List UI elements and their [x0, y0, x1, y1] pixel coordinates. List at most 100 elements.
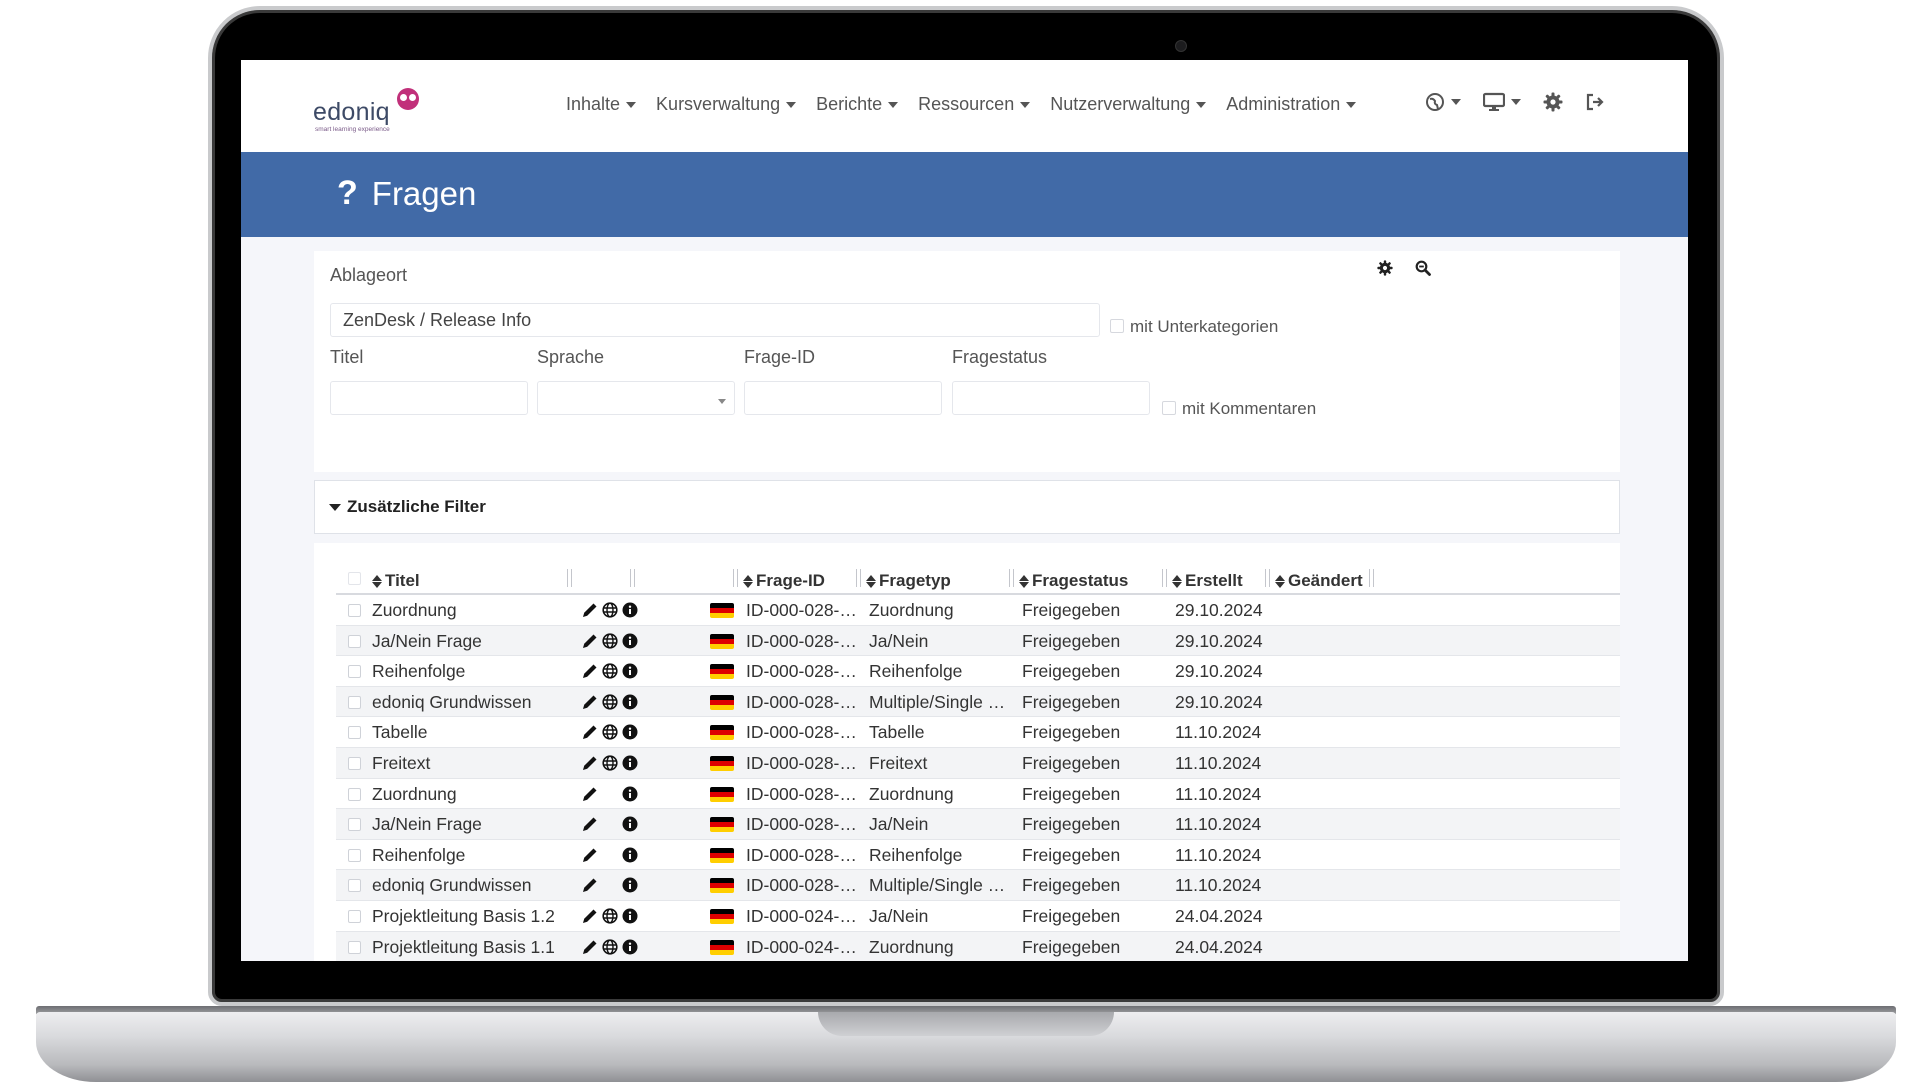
- info-button[interactable]: [620, 632, 640, 650]
- table-row[interactable]: Ja/Nein Frage ID-000-028-144 Ja/Nein Freige…: [336, 809, 1620, 840]
- column-fragestatus[interactable]: Fragestatus: [1019, 571, 1128, 591]
- column-resizer[interactable]: [1162, 569, 1167, 587]
- menu-inhalte[interactable]: Inhalte: [566, 94, 637, 115]
- mit-kommentaren-checkbox[interactable]: [1162, 401, 1176, 415]
- row-checkbox[interactable]: [348, 726, 361, 740]
- logout-button[interactable]: [1585, 92, 1605, 112]
- translation-button[interactable]: [600, 754, 620, 772]
- edit-button[interactable]: [580, 754, 600, 772]
- table-row[interactable]: edoniq Grundwissen ID-000-028-156 Multiple…: [336, 686, 1620, 718]
- row-checkbox[interactable]: [348, 634, 361, 648]
- row-checkbox[interactable]: [348, 695, 361, 709]
- table-row[interactable]: Ja/Nein Frage ID-000-028-158 Ja/Nein Freige…: [336, 625, 1620, 657]
- translation-button[interactable]: [600, 662, 620, 680]
- row-checkbox[interactable]: [348, 665, 361, 679]
- edit-button[interactable]: [580, 938, 600, 956]
- cell-erstellt: 11.10.2024: [1175, 844, 1262, 865]
- menu-nutzerverwaltung[interactable]: Nutzerverwaltung: [1050, 94, 1207, 115]
- row-checkbox[interactable]: [348, 909, 361, 923]
- column-resizer[interactable]: [733, 569, 738, 587]
- table-row[interactable]: Reihenfolge ID-000-028-143 Reihenfolge Frei…: [336, 840, 1620, 871]
- filter-settings-button[interactable]: [1374, 257, 1396, 279]
- cell-titel: Zuordnung: [372, 600, 457, 620]
- translation-button[interactable]: [600, 938, 620, 956]
- settings-button[interactable]: [1543, 92, 1563, 112]
- info-button[interactable]: [620, 907, 640, 925]
- edit-button[interactable]: [580, 601, 600, 619]
- row-checkbox[interactable]: [348, 756, 361, 770]
- menu-kursverwaltung[interactable]: Kursverwaltung: [656, 94, 797, 115]
- table-row[interactable]: Zuordnung ID-000-028-145 Zuordnung Freigege…: [336, 779, 1620, 810]
- column-resizer[interactable]: [856, 569, 861, 587]
- info-button[interactable]: [620, 938, 640, 956]
- row-checkbox[interactable]: [348, 848, 361, 862]
- edit-button[interactable]: [580, 632, 600, 650]
- info-button[interactable]: [620, 876, 640, 894]
- cell-titel: Projektleitung Basis 1.2: [372, 905, 555, 926]
- select-all-checkbox[interactable]: [348, 572, 361, 585]
- info-icon: [622, 786, 638, 802]
- info-button[interactable]: [620, 662, 640, 680]
- titel-input[interactable]: [330, 381, 528, 415]
- info-button[interactable]: [620, 601, 640, 619]
- edit-button[interactable]: [580, 693, 600, 711]
- edit-button[interactable]: [580, 876, 600, 894]
- table-row[interactable]: Reihenfolge ID-000-028-157 Reihenfolge Frei…: [336, 656, 1620, 687]
- column-resizer[interactable]: [1369, 569, 1374, 587]
- column-fragetyp[interactable]: Fragetyp: [866, 571, 951, 591]
- column-resizer[interactable]: [1265, 569, 1270, 587]
- column-resizer[interactable]: [630, 569, 635, 587]
- info-button[interactable]: [620, 693, 640, 711]
- table-row[interactable]: Projektleitung Basis 1.2 ID-000-024-397 Ja…: [336, 901, 1620, 932]
- cell-fragetyp: Ja/Nein: [869, 630, 929, 651]
- column-erstellt[interactable]: Erstellt: [1172, 571, 1243, 591]
- edit-button[interactable]: [580, 815, 600, 833]
- info-button[interactable]: [620, 846, 640, 864]
- info-button[interactable]: [620, 754, 640, 772]
- info-button[interactable]: [620, 723, 640, 741]
- translation-button[interactable]: [600, 907, 620, 925]
- menu-ressourcen[interactable]: Ressourcen: [918, 94, 1031, 115]
- column-geaendert[interactable]: Geändert: [1275, 571, 1363, 591]
- translation-button[interactable]: [600, 601, 620, 619]
- edit-button[interactable]: [580, 723, 600, 741]
- german-flag-icon: [710, 908, 734, 924]
- menu-administration[interactable]: Administration: [1226, 94, 1357, 115]
- translation-button[interactable]: [600, 723, 620, 741]
- edit-button[interactable]: [580, 846, 600, 864]
- ablageort-field[interactable]: ZenDesk / Release Info: [330, 303, 1100, 337]
- info-button[interactable]: [620, 785, 640, 803]
- edit-button[interactable]: [580, 907, 600, 925]
- row-checkbox[interactable]: [348, 879, 361, 893]
- table-row[interactable]: Zuordnung ID-000-028-159 Zuordnung Freigege…: [336, 595, 1620, 626]
- row-checkbox[interactable]: [348, 604, 361, 617]
- globe-icon: [602, 694, 618, 710]
- column-resizer[interactable]: [1009, 569, 1014, 587]
- search-button[interactable]: [1412, 257, 1434, 279]
- zusaetzliche-filter-toggle[interactable]: Zusätzliche Filter: [314, 480, 1620, 534]
- table-row[interactable]: edoniq Grundwissen ID-000-028-142 Multiple…: [336, 870, 1620, 901]
- info-button[interactable]: [620, 815, 640, 833]
- sprache-select[interactable]: [537, 381, 735, 415]
- column-titel[interactable]: Titel: [372, 571, 420, 591]
- cell-fragestatus: Freigegeben: [1022, 844, 1121, 865]
- table-row[interactable]: Projektleitung Basis 1.1 ID-000-024-396 Zu…: [336, 931, 1620, 961]
- column-frage-id[interactable]: Frage-ID: [743, 571, 825, 591]
- menu-berichte[interactable]: Berichte: [816, 94, 899, 115]
- device-menu[interactable]: [1483, 92, 1521, 112]
- edoniq-logo[interactable]: edoniq smart learning experience: [313, 88, 433, 138]
- row-checkbox[interactable]: [348, 818, 361, 832]
- edit-button[interactable]: [580, 785, 600, 803]
- mit-unterkategorien-checkbox[interactable]: [1110, 319, 1124, 333]
- table-row[interactable]: Tabelle ID-000-028-147 Tabelle Freigegeben 1…: [336, 717, 1620, 748]
- edit-button[interactable]: [580, 662, 600, 680]
- row-checkbox[interactable]: [348, 940, 361, 954]
- table-row[interactable]: Freitext ID-000-028-146 Freitext Freigegebe…: [336, 747, 1620, 779]
- translation-button[interactable]: [600, 693, 620, 711]
- fragestatus-input[interactable]: [952, 381, 1150, 415]
- language-menu[interactable]: [1425, 92, 1461, 112]
- column-resizer[interactable]: [567, 569, 572, 587]
- frage-id-input[interactable]: [744, 381, 942, 415]
- row-checkbox[interactable]: [348, 787, 361, 801]
- translation-button[interactable]: [600, 632, 620, 650]
